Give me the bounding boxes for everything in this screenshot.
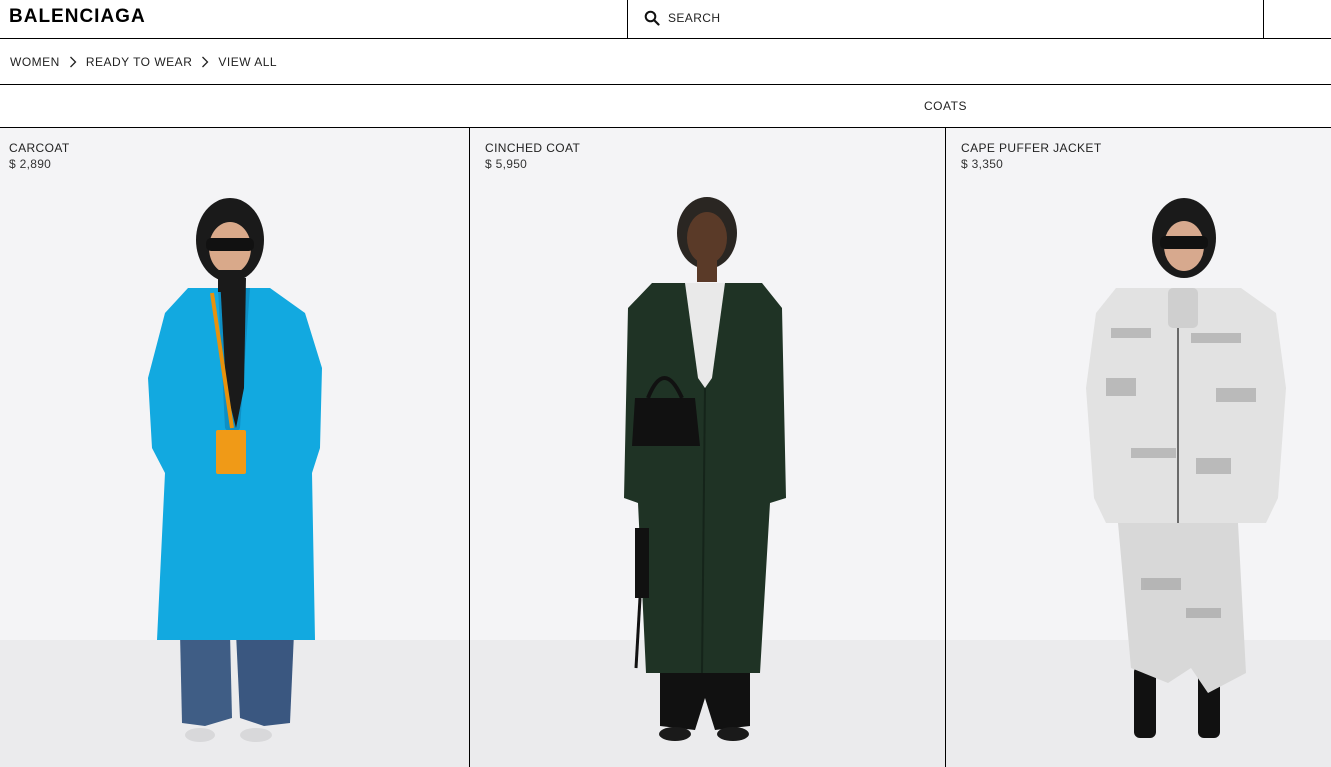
breadcrumb: WOMEN READY TO WEAR VIEW ALL bbox=[0, 39, 1331, 85]
product-name[interactable]: CAPE PUFFER JACKET bbox=[961, 141, 1102, 155]
breadcrumb-view-all[interactable]: VIEW ALL bbox=[218, 55, 277, 69]
search-bar[interactable]: SEARCH bbox=[627, 0, 1264, 38]
chevron-right-icon bbox=[60, 55, 86, 69]
product-name[interactable]: CINCHED COAT bbox=[485, 141, 580, 155]
product-image[interactable] bbox=[470, 128, 945, 767]
site-header: BALENCIAGA SEARCH bbox=[0, 0, 1331, 39]
tab-coats[interactable]: COATS bbox=[924, 99, 967, 113]
search-icon[interactable] bbox=[644, 10, 660, 26]
breadcrumb-women[interactable]: WOMEN bbox=[10, 55, 60, 69]
product-card[interactable]: CINCHED COAT $ 5,950 bbox=[469, 128, 945, 767]
breadcrumb-ready-to-wear[interactable]: READY TO WEAR bbox=[86, 55, 193, 69]
product-card[interactable]: CARCOAT $ 2,890 bbox=[0, 128, 469, 767]
chevron-right-icon bbox=[192, 55, 218, 69]
product-image[interactable] bbox=[946, 128, 1331, 767]
product-grid: CARCOAT $ 2,890 CINCHED COAT $ 5,950 CAP… bbox=[0, 128, 1331, 767]
product-price: $ 3,350 bbox=[961, 157, 1004, 171]
category-subnav: COATS bbox=[0, 85, 1331, 128]
product-price: $ 2,890 bbox=[9, 157, 52, 171]
product-card[interactable]: CAPE PUFFER JACKET $ 3,350 bbox=[945, 128, 1331, 767]
product-price: $ 5,950 bbox=[485, 157, 528, 171]
brand-logo[interactable]: BALENCIAGA bbox=[9, 6, 146, 28]
search-input[interactable]: SEARCH bbox=[668, 11, 720, 25]
product-name[interactable]: CARCOAT bbox=[9, 141, 70, 155]
product-image[interactable] bbox=[0, 128, 469, 767]
